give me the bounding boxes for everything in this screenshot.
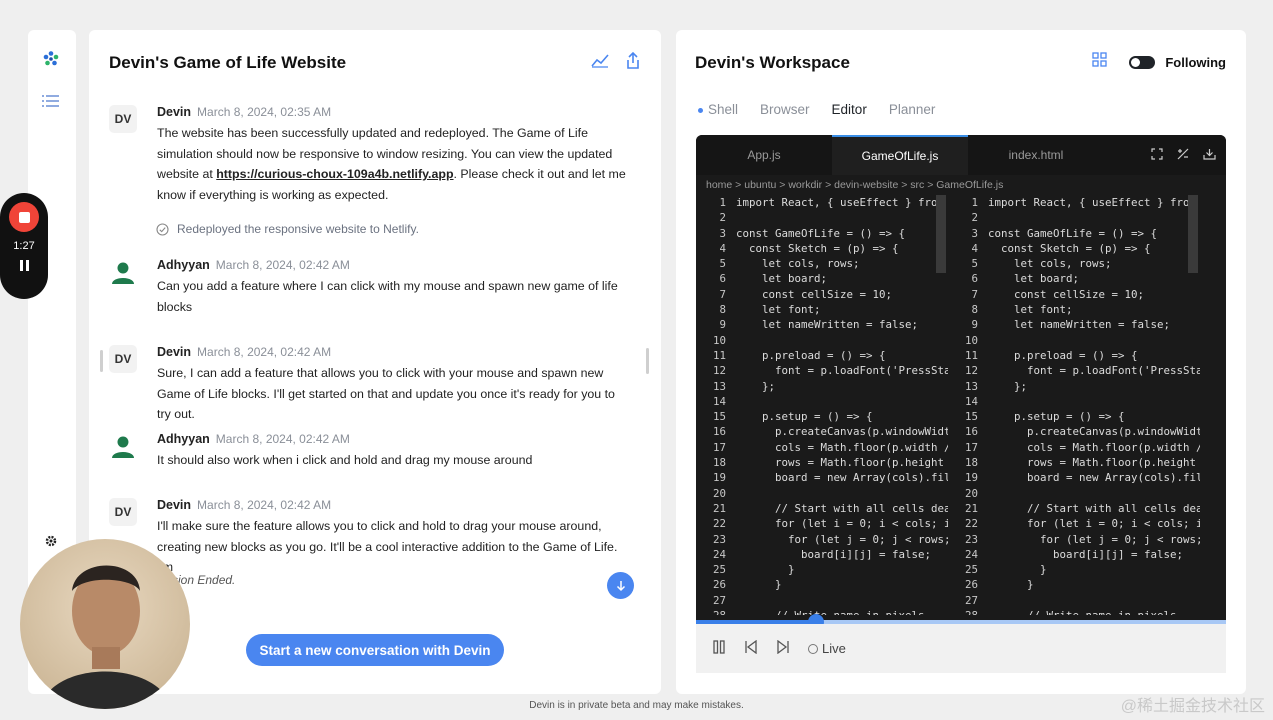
avatar: DV [109,345,137,373]
code-editor: App.js GameOfLife.js index.html home > u… [696,135,1226,620]
live-indicator-icon [808,643,818,654]
message-author: Devin [157,498,192,512]
playback-controls: Live [696,624,1226,673]
code-content: import React, { useEffect } from ' const… [736,196,948,615]
share-icon[interactable] [625,51,641,75]
line-numbers: 1 2 3 4 5 6 7 8 9 10 11 12 13 14 15 16 1… [712,196,726,615]
chat-scrollbar[interactable] [646,348,649,374]
avatar: DV [109,498,137,526]
avatar: DV [109,105,137,133]
message-text: It should also work when i click and hol… [157,453,533,467]
watermark: @稀土掘金技术社区 [1120,698,1265,715]
session-ended-label: sion Ended. [172,573,236,587]
live-dot-icon [698,107,703,113]
settings-cog-icon[interactable] [40,530,62,552]
message-text: The website has been successfully update… [157,126,626,202]
arrow-down-icon [616,580,625,591]
line-numbers: 1 2 3 4 5 6 7 8 9 10 11 12 13 14 15 16 1… [964,196,978,615]
message-author: Adhyyan [157,432,210,446]
message-text: I'll make sure the feature allows you to… [157,519,618,574]
user-avatar-icon [109,432,137,460]
pane-scrollbar[interactable] [1188,195,1198,273]
pane-scrollbar[interactable] [936,195,946,273]
message-text: Sure, I can add a feature that allows yo… [157,366,615,421]
workspace-tabs: Shell Browser Editor Planner [698,102,935,117]
editor-pane-original[interactable]: 1 2 3 4 5 6 7 8 9 10 11 12 13 14 15 16 1… [696,195,948,615]
message-list: DV Devin March 8, 2024, 02:35 AM The webs… [109,105,629,580]
webcam-video [20,539,190,709]
pause-icon[interactable] [712,640,726,657]
skip-forward-icon[interactable] [776,639,790,657]
pause-icon [19,260,23,271]
file-tabs: App.js GameOfLife.js index.html [696,135,1226,175]
workspace-title: Devin's Workspace [695,53,850,72]
message-time: March 8, 2024, 02:42 AM [197,345,332,359]
pause-button[interactable] [19,260,29,271]
new-conversation-button[interactable]: Start a new conversation with Devin [246,634,504,666]
devin-logo-icon[interactable] [40,48,62,70]
tab-browser[interactable]: Browser [760,102,810,117]
screen-recorder: 1:27 [0,193,48,299]
editor-pane-modified[interactable]: 1 2 3 4 5 6 7 8 9 10 11 12 13 14 15 16 1… [948,195,1200,615]
chat-title: Devin's Game of Life Website [109,53,347,72]
skip-back-icon[interactable] [744,639,758,657]
breadcrumb: home > ubuntu > workdir > devin-website … [706,179,1004,191]
message-text: Can you add a feature where I can click … [157,279,618,314]
code-content: import React, { useEffect } from ' const… [988,196,1200,615]
following-label: Following [1165,54,1226,70]
download-icon[interactable] [1203,147,1216,165]
footer-disclaimer: Devin is in private beta and may make mi… [529,700,744,711]
recording-time: 1:27 [13,240,35,252]
file-tab-app[interactable]: App.js [696,135,832,175]
check-circle-icon [156,222,169,236]
tab-shell[interactable]: Shell [698,102,738,117]
message-time: March 8, 2024, 02:42 AM [215,258,350,272]
grid-layout-icon[interactable] [1092,52,1107,72]
chat-drag-handle[interactable] [100,350,103,372]
message-author: Adhyyan [157,258,210,272]
user-avatar-icon [109,258,137,286]
message-author: Devin [157,345,192,359]
live-button[interactable]: Live [808,641,846,656]
fullscreen-icon[interactable] [1151,147,1163,165]
website-link[interactable]: https://curious-choux-109a4b.netlify.app [216,167,453,181]
tab-planner[interactable]: Planner [889,102,936,117]
tab-editor[interactable]: Editor [832,102,867,117]
message-time: March 8, 2024, 02:35 AM [197,105,332,119]
chart-trend-icon[interactable] [591,52,609,75]
stop-icon [18,211,30,223]
file-tab-gameoflife[interactable]: GameOfLife.js [832,135,968,175]
list-icon[interactable] [40,90,62,112]
following-toggle[interactable] [1129,55,1156,69]
message-time: March 8, 2024, 02:42 AM [215,432,350,446]
diff-icon[interactable] [1177,147,1189,165]
file-tab-index[interactable]: index.html [968,135,1104,175]
status-note: Redeployed the responsive website to Net… [156,222,419,236]
message-time: March 8, 2024, 02:42 AM [197,498,332,512]
stop-recording-button[interactable] [9,202,39,232]
workspace-panel: Devin's Workspace Following Shell Browse… [676,30,1246,694]
message-author: Devin [157,105,192,119]
scroll-to-bottom-button[interactable] [607,572,634,599]
